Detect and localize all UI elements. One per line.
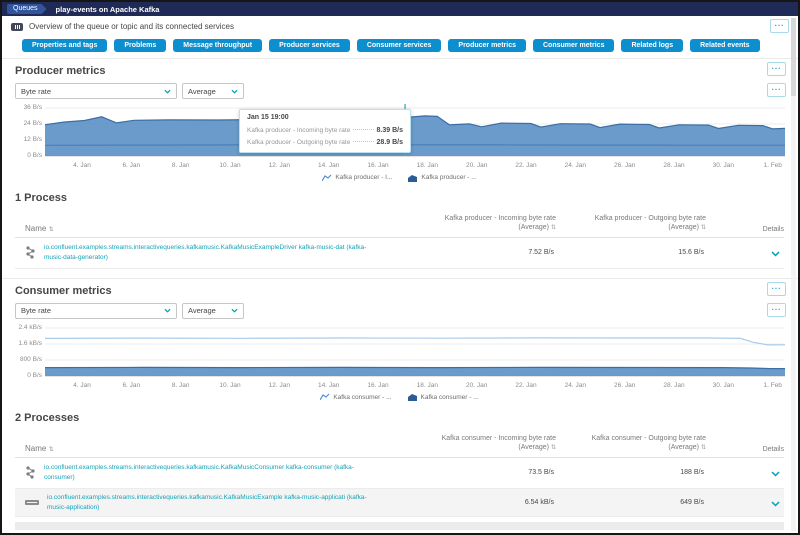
tab-producer-metrics[interactable]: Producer metrics	[448, 39, 526, 52]
chevron-down-icon	[231, 89, 238, 94]
java-process-icon	[25, 466, 36, 479]
table-row[interactable]: io.confluent.examples.streams.interactiv…	[15, 458, 784, 489]
incoming-value: 7.52 B/s	[406, 249, 556, 256]
overview-row: Overview of the queue or topic and its c…	[2, 16, 798, 37]
producer-chart-x-axis: 4. Jan6. Jan8. Jan10. Jan12. Jan14. Jan1…	[45, 160, 785, 170]
producer-chart-options-button[interactable]: ...	[767, 83, 786, 97]
table-header: Name ⇅ Kafka consumer - Incoming byte ra…	[15, 434, 784, 458]
consumer-controls: Byte rate Average	[15, 303, 784, 319]
scrollbar-thumb[interactable]	[791, 18, 796, 96]
incoming-value: 6.54 kB/s	[406, 499, 556, 506]
producer-controls: Byte rate Average	[15, 83, 784, 99]
table-header: Name ⇅ Kafka producer - Incoming byte ra…	[15, 214, 784, 238]
outgoing-value: 15.6 B/s	[556, 249, 706, 256]
chevron-down-icon	[164, 308, 171, 313]
sort-icon: ⇅	[49, 447, 54, 453]
tab-related-events[interactable]: Related events	[690, 39, 759, 52]
tooltip-row: Kafka producer - Incoming byte rate 8.39…	[247, 124, 403, 136]
tab-producer-services[interactable]: Producer services	[269, 39, 350, 52]
details-column-header: Details	[706, 446, 784, 453]
producer-table-title: 1 Process	[15, 192, 784, 204]
tab-properties-and-tags[interactable]: Properties and tags	[22, 39, 107, 52]
chart-tooltip: Jan 15 19:00 Kafka producer - Incoming b…	[239, 109, 411, 153]
table-row[interactable]: io.confluent.examples.streams.interactiv…	[15, 489, 784, 518]
chevron-down-icon	[164, 89, 171, 94]
app-window: Queues play-events on Apache Kafka Overv…	[0, 0, 800, 535]
section-tabs: Properties and tags Problems Message thr…	[2, 37, 798, 58]
consumer-chart-options-button[interactable]: ...	[767, 303, 786, 317]
consumer-chart-y-axis: 2.4 kB/s1.6 kB/s800 B/s0 B/s	[15, 324, 45, 380]
tab-message-throughput[interactable]: Message throughput	[173, 39, 262, 52]
legend-item-incoming[interactable]: Kafka producer - I...	[322, 174, 392, 182]
tab-consumer-metrics[interactable]: Consumer metrics	[533, 39, 614, 52]
page-menu-button[interactable]: ...	[770, 19, 789, 33]
process-link[interactable]: io.confluent.examples.streams.interactiv…	[44, 463, 382, 483]
name-column-header[interactable]: Name ⇅	[15, 444, 406, 453]
overview-text: Overview of the queue or topic and its c…	[29, 22, 234, 31]
consumer-metrics-section: Consumer metrics ... ... Byte rate Avera…	[2, 279, 798, 403]
legend-item-outgoing[interactable]: Kafka producer - ...	[408, 174, 476, 182]
legend-item-incoming[interactable]: Kafka consumer - ...	[320, 393, 391, 401]
consumer-area-chart[interactable]	[45, 324, 785, 380]
producer-metrics-section: Producer metrics ... ... Byte rate Avera…	[2, 59, 798, 183]
outgoing-column-header[interactable]: Kafka consumer - Outgoing byte rate (Ave…	[556, 434, 706, 453]
consumer-metric-select[interactable]: Byte rate	[15, 303, 177, 319]
tab-consumer-services[interactable]: Consumer services	[357, 39, 442, 52]
line-chart-icon	[322, 174, 332, 182]
area-chart-icon	[408, 174, 418, 182]
consumer-chart-x-axis: 4. Jan6. Jan8. Jan10. Jan12. Jan14. Jan1…	[45, 380, 785, 390]
tooltip-row: Kafka producer - Outgoing byte rate 28.9…	[247, 136, 403, 148]
page-title: play-events on Apache Kafka	[56, 5, 160, 14]
breadcrumb-queues[interactable]: Queues	[7, 4, 47, 14]
vertical-scrollbar[interactable]	[791, 18, 796, 531]
legend-item-outgoing[interactable]: Kafka consumer - ...	[408, 393, 479, 401]
consumer-chart[interactable]: 2.4 kB/s1.6 kB/s800 B/s0 B/s	[15, 324, 784, 380]
producer-area-chart[interactable]	[45, 104, 785, 160]
tooltip-timestamp: Jan 15 19:00	[247, 113, 403, 124]
top-navigation-bar: Queues play-events on Apache Kafka	[2, 2, 798, 16]
consumer-chart-menu-button[interactable]: ...	[767, 282, 786, 296]
outgoing-value: 649 B/s	[556, 499, 706, 506]
details-column-header: Details	[706, 226, 784, 233]
java-process-icon	[25, 246, 36, 259]
chevron-down-icon	[771, 501, 780, 507]
row-expand-button[interactable]	[706, 464, 784, 482]
tab-problems[interactable]: Problems	[114, 39, 166, 52]
queue-icon	[11, 23, 23, 31]
java-application-icon	[25, 499, 39, 506]
incoming-value: 73.5 B/s	[406, 469, 556, 476]
chevron-down-icon	[231, 308, 238, 313]
consumer-table-title: 2 Processes	[15, 412, 784, 424]
process-link[interactable]: io.confluent.examples.streams.interactiv…	[47, 493, 385, 513]
chevron-down-icon	[771, 251, 780, 257]
producer-chart-menu-button[interactable]: ...	[767, 62, 786, 76]
producer-process-table: 1 Process Name ⇅ Kafka producer - Incomi…	[2, 183, 798, 269]
row-expand-button[interactable]	[706, 494, 784, 512]
producer-metric-select[interactable]: Byte rate	[15, 83, 177, 99]
row-expand-button[interactable]	[706, 244, 784, 262]
consumer-aggregation-select[interactable]: Average	[182, 303, 244, 319]
outgoing-value: 188 B/s	[556, 469, 706, 476]
outgoing-column-header[interactable]: Kafka producer - Outgoing byte rate (Ave…	[556, 214, 706, 233]
consumer-chart-legend: Kafka consumer - ... Kafka consumer - ..…	[15, 392, 784, 403]
incoming-column-header[interactable]: Kafka consumer - Incoming byte rate (Ave…	[406, 434, 556, 453]
sort-icon: ⇅	[49, 227, 54, 233]
producer-chart[interactable]: 36 B/s24 B/s12 B/s0 B/s Jan 15 19:00 Kaf…	[15, 104, 784, 160]
table-row[interactable]: io.confluent.examples.streams.interactiv…	[15, 238, 784, 269]
page-footer-band	[15, 522, 784, 530]
producer-aggregation-select[interactable]: Average	[182, 83, 244, 99]
line-chart-icon	[320, 393, 330, 401]
producer-chart-y-axis: 36 B/s24 B/s12 B/s0 B/s	[15, 104, 45, 160]
producer-metrics-title: Producer metrics	[15, 65, 784, 77]
chevron-down-icon	[771, 471, 780, 477]
incoming-column-header[interactable]: Kafka producer - Incoming byte rate (Ave…	[406, 214, 556, 233]
producer-chart-legend: Kafka producer - I... Kafka producer - .…	[15, 172, 784, 183]
area-chart-icon	[408, 393, 418, 401]
name-column-header[interactable]: Name ⇅	[15, 224, 406, 233]
consumer-metrics-title: Consumer metrics	[15, 285, 784, 297]
process-link[interactable]: io.confluent.examples.streams.interactiv…	[44, 243, 382, 263]
tab-related-logs[interactable]: Related logs	[621, 39, 683, 52]
consumer-process-table: 2 Processes Name ⇅ Kafka consumer - Inco…	[2, 403, 798, 530]
